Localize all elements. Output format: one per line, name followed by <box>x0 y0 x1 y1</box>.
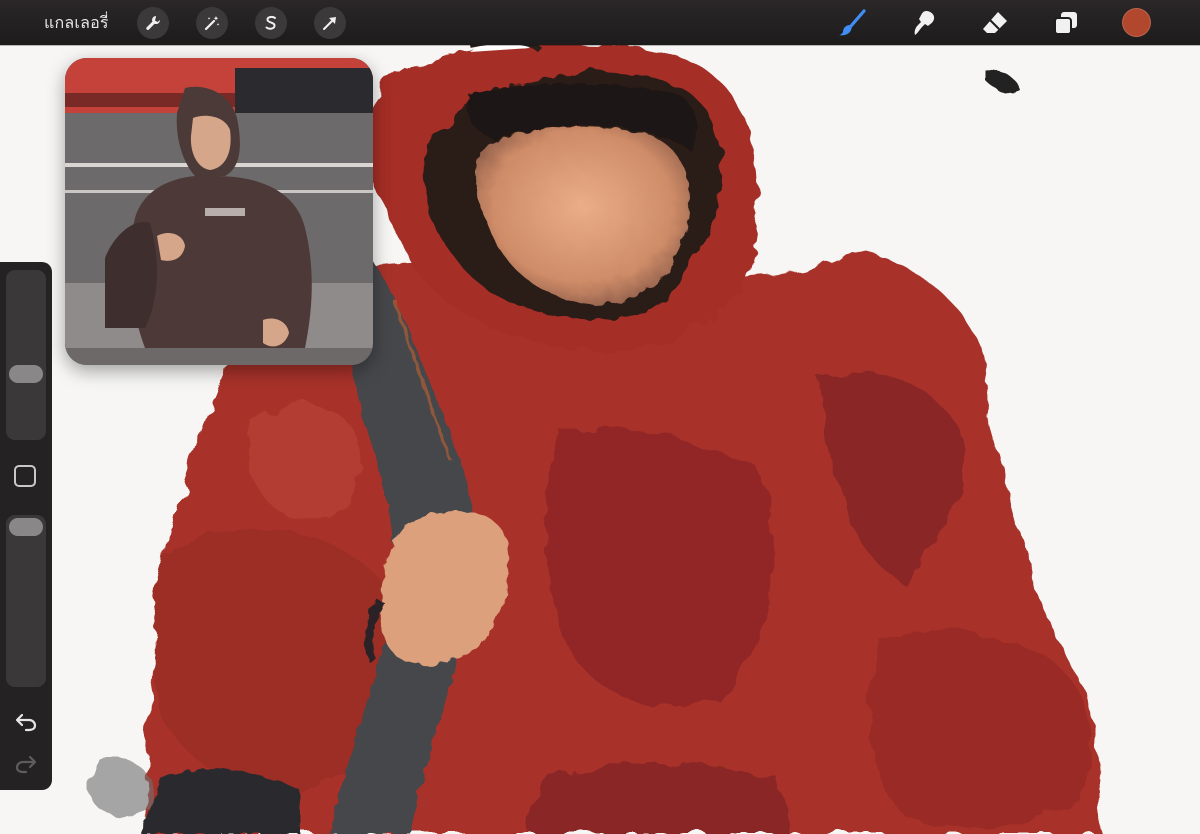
magic-wand-icon[interactable] <box>196 7 228 39</box>
undo-icon[interactable] <box>12 710 40 734</box>
selection-s-icon[interactable] <box>255 7 287 39</box>
modify-button[interactable] <box>14 465 36 487</box>
opacity-thumb[interactable] <box>9 518 43 536</box>
color-picker-swatch[interactable] <box>1122 8 1151 37</box>
brush-size-thumb[interactable] <box>9 364 43 383</box>
smudge-icon[interactable] <box>908 7 940 39</box>
brush-size-slider[interactable] <box>6 270 46 440</box>
transform-arrow-icon[interactable] <box>314 7 346 39</box>
reference-photo <box>65 58 373 365</box>
gallery-button[interactable]: แกลเลอรี่ <box>44 11 109 36</box>
layers-icon[interactable] <box>1050 7 1082 39</box>
wrench-icon[interactable] <box>137 7 169 39</box>
brush-icon[interactable] <box>836 7 868 39</box>
eraser-icon[interactable] <box>979 7 1011 39</box>
redo-icon[interactable] <box>12 752 40 776</box>
reference-image-window[interactable] <box>65 58 373 365</box>
top-toolbar: แกลเลอรี่ <box>0 0 1200 45</box>
side-toolbar <box>0 262 52 790</box>
opacity-slider[interactable] <box>6 515 46 687</box>
